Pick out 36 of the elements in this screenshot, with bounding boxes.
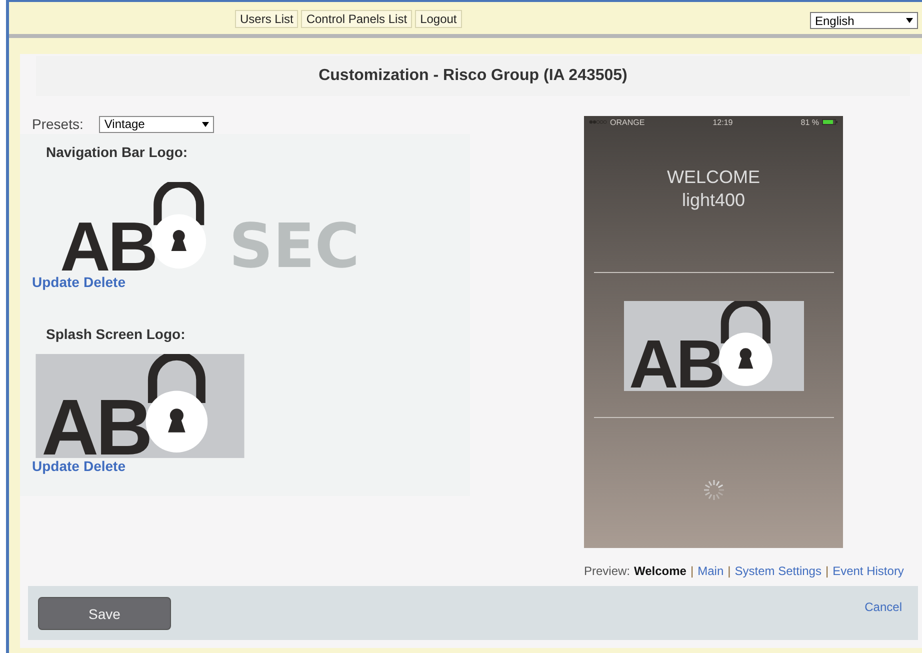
nav-link[interactable]: Control Panels List	[301, 10, 412, 28]
logo-heading: Navigation Bar Logo:	[45, 144, 189, 160]
page-title: Customization - Risco Group (IA 243505)	[36, 56, 910, 96]
save-button[interactable]: Save	[38, 597, 171, 630]
preview-tab[interactable]: System Settings	[734, 564, 822, 578]
preview-label: Preview:	[584, 564, 630, 578]
presets-select[interactable]: Vintage	[99, 116, 214, 132]
loading-spinner-icon	[702, 478, 726, 502]
logo-action-link[interactable]: Update	[32, 458, 80, 474]
nav-link[interactable]: Logout	[415, 10, 462, 28]
status-time: 12:19	[712, 118, 733, 126]
preview-tab[interactable]: Event History	[832, 564, 904, 578]
battery-icon	[822, 119, 838, 125]
nav-link[interactable]: Users List	[235, 10, 298, 28]
user-name: light400	[680, 189, 746, 212]
logo-text: SEC	[228, 210, 358, 274]
presets-label: Presets:	[32, 116, 84, 132]
welcome-text: WELCOME	[666, 166, 760, 189]
logo-action-link[interactable]: Delete	[83, 274, 126, 290]
logo-text: AB	[42, 382, 150, 458]
logo-text: AB	[60, 207, 156, 274]
logo-action-link[interactable]: Delete	[83, 458, 126, 474]
caret-icon	[906, 18, 913, 23]
separator: |	[728, 564, 731, 578]
separator: |	[690, 564, 694, 578]
preview-tab[interactable]: Main	[698, 564, 724, 578]
language-select[interactable]: English	[810, 12, 918, 29]
cancel-link[interactable]: Cancel	[864, 600, 902, 614]
battery-percent: 81 %	[800, 118, 819, 126]
preview-tab[interactable]: Welcome	[634, 564, 686, 578]
separator: |	[825, 564, 829, 578]
logo-heading: Splash Screen Logo:	[45, 326, 186, 342]
logo-text: AB	[628, 326, 722, 391]
logo-action-link[interactable]: Update	[32, 274, 80, 290]
carrier-name: ORANGE	[610, 118, 645, 126]
caret-icon	[202, 122, 210, 126]
